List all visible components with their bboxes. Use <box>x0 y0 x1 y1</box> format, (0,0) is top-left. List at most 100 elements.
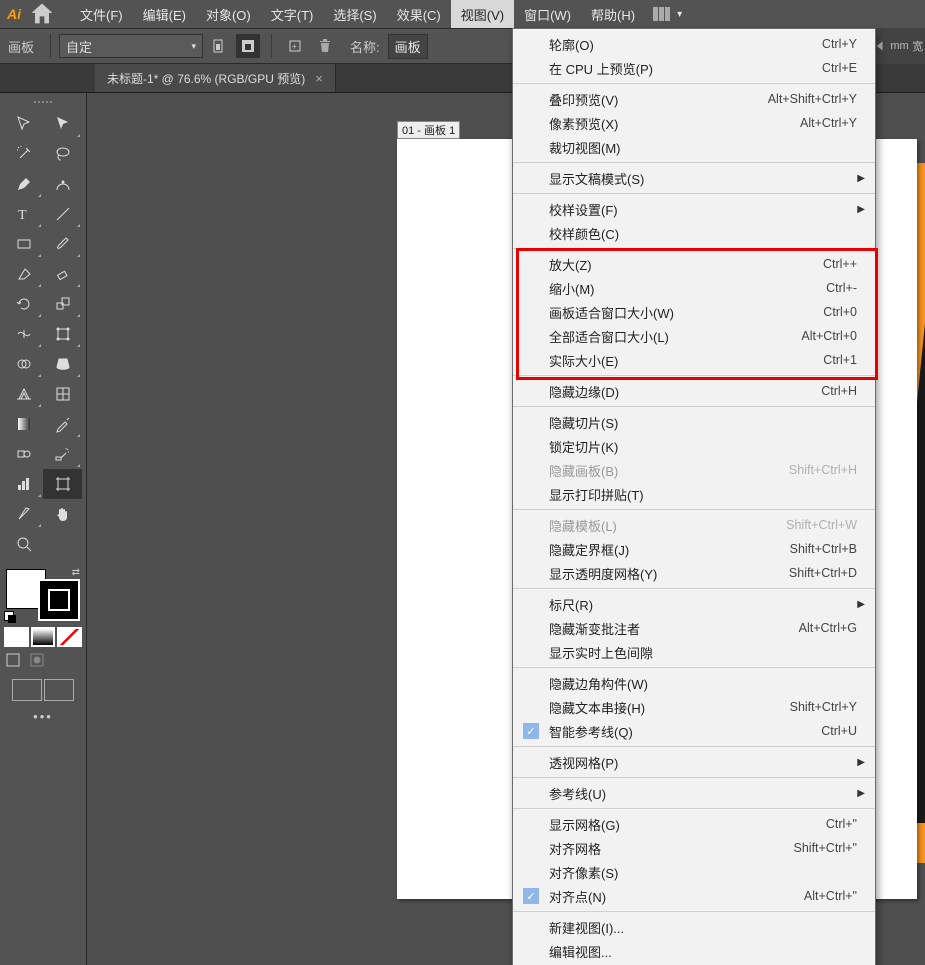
home-icon[interactable] <box>28 0 56 28</box>
shape-builder-tool[interactable] <box>4 349 43 379</box>
menu-效果[interactable]: 效果(C) <box>387 0 451 28</box>
shortcut-label: Ctrl+Y <box>822 37 857 51</box>
menu-item[interactable]: 实际大小(E)Ctrl+1 <box>513 348 875 372</box>
selection-tool[interactable] <box>4 109 43 139</box>
menu-item[interactable]: 参考线(U)▶ <box>513 781 875 805</box>
shaper-tool[interactable] <box>4 259 43 289</box>
lasso-tool[interactable] <box>43 139 82 169</box>
menu-item[interactable]: 隐藏渐变批注者Alt+Ctrl+G <box>513 616 875 640</box>
fill-stroke-swatch[interactable]: ⇄ <box>4 567 82 623</box>
shortcut-label: Alt+Ctrl+0 <box>801 329 857 343</box>
menu-item[interactable]: 对齐网格Shift+Ctrl+" <box>513 836 875 860</box>
portrait-icon[interactable] <box>206 34 230 58</box>
menu-文字[interactable]: 文字(T) <box>261 0 324 28</box>
eraser-tool[interactable] <box>43 259 82 289</box>
shortcut-label: Ctrl+U <box>821 724 857 738</box>
rectangle-tool[interactable] <box>4 229 43 259</box>
edit-toolbar-icon[interactable]: ••• <box>0 709 86 724</box>
perspective-grid-tool[interactable] <box>4 379 43 409</box>
width-tool[interactable] <box>4 319 43 349</box>
menu-item[interactable]: 隐藏切片(S) <box>513 410 875 434</box>
menu-编辑[interactable]: 编辑(E) <box>133 0 196 28</box>
workspace-icon[interactable] <box>653 7 673 21</box>
symbol-sprayer-tool[interactable] <box>43 439 82 469</box>
document-tab[interactable]: 未标题-1* @ 76.6% (RGB/GPU 预览) × <box>95 64 336 92</box>
scale-tool[interactable] <box>43 289 82 319</box>
menu-对象[interactable]: 对象(O) <box>196 0 261 28</box>
close-icon[interactable]: × <box>315 71 323 86</box>
menu-item[interactable]: 透视网格(P)▶ <box>513 750 875 774</box>
blend-tool[interactable] <box>4 439 43 469</box>
menu-item[interactable]: 全部适合窗口大小(L)Alt+Ctrl+0 <box>513 324 875 348</box>
live-paint-tool[interactable] <box>43 349 82 379</box>
menu-item-label: 显示网格(G) <box>549 815 826 834</box>
delete-icon[interactable] <box>313 34 337 58</box>
screen-mode-row[interactable] <box>4 679 82 703</box>
preset-dropdown-value: 自定 <box>66 37 92 56</box>
draw-mode-row[interactable] <box>4 651 82 673</box>
magic-wand-tool[interactable] <box>4 139 43 169</box>
rotate-tool[interactable] <box>4 289 43 319</box>
menu-item[interactable]: 显示透明度网格(Y)Shift+Ctrl+D <box>513 561 875 585</box>
menu-帮助[interactable]: 帮助(H) <box>581 0 645 28</box>
menu-item[interactable]: 叠印预览(V)Alt+Shift+Ctrl+Y <box>513 87 875 111</box>
menu-窗口[interactable]: 窗口(W) <box>514 0 581 28</box>
menu-item[interactable]: ✓对齐点(N)Alt+Ctrl+" <box>513 884 875 908</box>
menu-item[interactable]: 隐藏定界框(J)Shift+Ctrl+B <box>513 537 875 561</box>
menu-item[interactable]: 显示打印拼贴(T) <box>513 482 875 506</box>
artboard-label[interactable]: 01 - 画板 1 <box>397 121 460 139</box>
menu-item[interactable]: 显示实时上色间隙 <box>513 640 875 664</box>
zoom-tool[interactable] <box>4 529 43 559</box>
menu-item[interactable]: 画板适合窗口大小(W)Ctrl+0 <box>513 300 875 324</box>
default-colors <box>4 611 16 623</box>
panel-grip[interactable] <box>0 99 86 105</box>
direct-selection-tool[interactable] <box>43 109 82 139</box>
shortcut-label: Ctrl+H <box>821 384 857 398</box>
menu-item[interactable]: 显示文稿模式(S)▶ <box>513 166 875 190</box>
menu-item[interactable]: 校样设置(F)▶ <box>513 197 875 221</box>
menu-item[interactable]: 像素预览(X)Alt+Ctrl+Y <box>513 111 875 135</box>
menu-item[interactable]: 隐藏边缘(D)Ctrl+H <box>513 379 875 403</box>
artboard-tool[interactable] <box>43 469 82 499</box>
type-tool[interactable]: T <box>4 199 43 229</box>
free-transform-tool[interactable] <box>43 319 82 349</box>
menu-item[interactable]: 对齐像素(S) <box>513 860 875 884</box>
menu-item[interactable]: 在 CPU 上预览(P)Ctrl+E <box>513 56 875 80</box>
menu-item[interactable]: 裁切视图(M) <box>513 135 875 159</box>
menu-item[interactable]: 隐藏边角构件(W) <box>513 671 875 695</box>
gradient-tool[interactable] <box>4 409 43 439</box>
pen-tool[interactable] <box>4 169 43 199</box>
menu-item-label: 校样颜色(C) <box>549 224 857 243</box>
menu-item-label: 显示打印拼贴(T) <box>549 485 857 504</box>
menu-item[interactable]: 校样颜色(C) <box>513 221 875 245</box>
shortcut-label: Alt+Ctrl+Y <box>800 116 857 130</box>
menu-item[interactable]: 编辑视图... <box>513 939 875 963</box>
paintbrush-tool[interactable] <box>43 229 82 259</box>
menu-item[interactable]: 缩小(M)Ctrl+- <box>513 276 875 300</box>
new-artboard-icon[interactable]: + <box>283 34 307 58</box>
menu-item[interactable]: 锁定切片(K) <box>513 434 875 458</box>
preset-dropdown[interactable]: 自定 ▾ <box>59 34 203 58</box>
landscape-icon[interactable] <box>236 34 260 58</box>
menu-item[interactable]: 轮廓(O)Ctrl+Y <box>513 32 875 56</box>
eyedropper-tool[interactable] <box>43 409 82 439</box>
menu-item-label: 隐藏边缘(D) <box>549 382 821 401</box>
menu-item-label: 放大(Z) <box>549 255 823 274</box>
menu-item[interactable]: 新建视图(I)... <box>513 915 875 939</box>
mesh-tool[interactable] <box>43 379 82 409</box>
menu-item[interactable]: ✓智能参考线(Q)Ctrl+U <box>513 719 875 743</box>
menu-item[interactable]: 隐藏文本串接(H)Shift+Ctrl+Y <box>513 695 875 719</box>
menu-item[interactable]: 标尺(R)▶ <box>513 592 875 616</box>
menu-选择[interactable]: 选择(S) <box>323 0 386 28</box>
line-tool[interactable] <box>43 199 82 229</box>
menu-视图[interactable]: 视图(V) <box>451 0 514 28</box>
menu-文件[interactable]: 文件(F) <box>70 0 133 28</box>
curvature-tool[interactable] <box>43 169 82 199</box>
menu-item[interactable]: 放大(Z)Ctrl++ <box>513 252 875 276</box>
menu-item[interactable]: 显示网格(G)Ctrl+" <box>513 812 875 836</box>
column-graph-tool[interactable] <box>4 469 43 499</box>
hand-tool[interactable] <box>43 499 82 529</box>
slice-tool[interactable] <box>4 499 43 529</box>
menu-item-label: 显示透明度网格(Y) <box>549 564 789 583</box>
color-mode-row[interactable] <box>4 627 82 647</box>
